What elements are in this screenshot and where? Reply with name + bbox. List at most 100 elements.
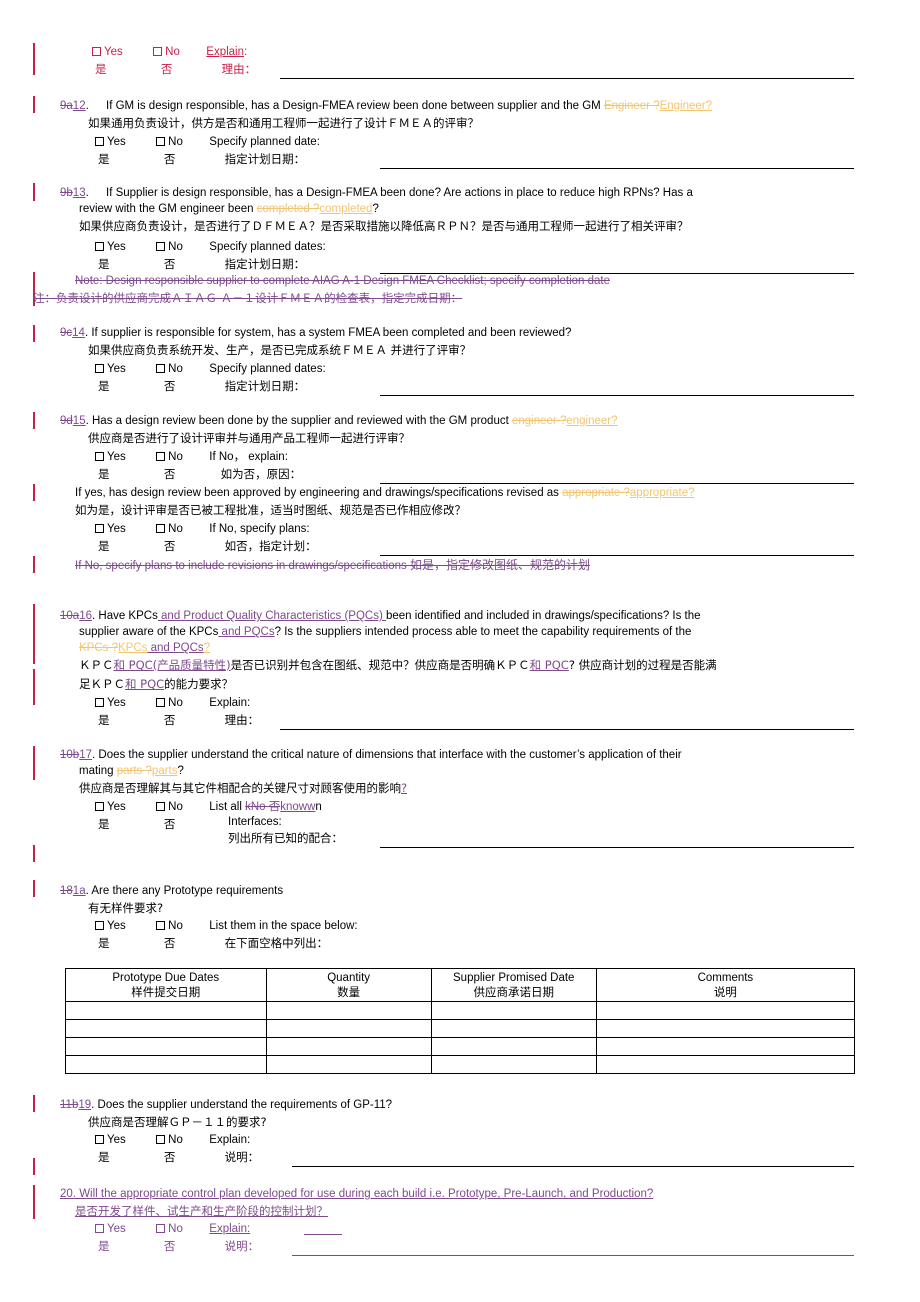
label-yes: Yes xyxy=(107,451,126,463)
label-no-zh: 否 xyxy=(163,1239,176,1253)
checkbox-no[interactable] xyxy=(156,242,166,251)
table-cell[interactable] xyxy=(265,1019,432,1038)
answer-line[interactable] xyxy=(280,78,854,79)
q18-num-inserted: 1a xyxy=(72,885,86,897)
label-no-zh: 否 xyxy=(163,257,176,271)
label-no-zh: 否 xyxy=(163,936,176,950)
checkbox-yes[interactable] xyxy=(95,137,104,146)
table-header-cell: Supplier Promised Date 供应商承诺日期 xyxy=(430,968,597,1002)
table-cell[interactable] xyxy=(65,1019,267,1038)
change-bar xyxy=(33,43,35,75)
q9c14-num-inserted: 14 xyxy=(72,327,85,339)
q20-t1: Will the appropriate control plan develo… xyxy=(76,1188,654,1200)
q10a16-t2: been identified and included in drawings… xyxy=(386,610,701,622)
question-18-1a-zh: 有无样件要求? xyxy=(88,901,918,917)
label-interfaces: Interfaces: xyxy=(228,815,282,831)
question-9d15-sub-zh: 如为是，设计评审是否已被工程批准，适当时图纸、规范是否已作相应修改？ xyxy=(75,503,915,519)
table-cell[interactable] xyxy=(430,1037,597,1056)
question-9a12-zh: 如果通用负责设计，供方是否和通用工程师一起进行了设计ＦＭＥＡ的评审？ xyxy=(88,116,918,132)
question-10a16-zh-line1: ＫＰＣ和 PQC(产品质量特性)是否已识别并包含在图纸、规范中？供应商是否明确Ｋ… xyxy=(79,658,919,674)
label-no-zh: 否 xyxy=(163,539,176,553)
checkbox-yes[interactable] xyxy=(95,698,104,707)
answer-line[interactable] xyxy=(380,555,854,556)
q9b13-tail: ? xyxy=(372,203,379,215)
answer-line[interactable] xyxy=(380,395,854,396)
answer-row-9d15-sub: Yes No If No, specify plans: xyxy=(95,522,310,536)
table-cell[interactable] xyxy=(265,1037,432,1056)
table-row xyxy=(65,1037,856,1056)
q18-zh-text: 有无样件要求? xyxy=(88,901,164,915)
answer-row-9c14-zh: 是 否 指定计划日期： xyxy=(98,379,305,393)
q20-zh-text: 是否开发了样件、试生产和生产阶段的控制计划？ xyxy=(75,1204,328,1218)
checkbox-no[interactable] xyxy=(156,1224,166,1233)
table-row xyxy=(65,1001,856,1020)
q10b17-num-deleted: 10b xyxy=(60,749,80,761)
checkbox-yes[interactable] xyxy=(95,802,104,811)
answer-row-9d15-sub-zh: 是 否 如否，指定计划： xyxy=(98,539,317,553)
checkbox-yes[interactable] xyxy=(95,1135,104,1144)
label-yes-zh: 是 xyxy=(98,152,110,166)
table-cell[interactable] xyxy=(65,1055,267,1074)
deleted-line-9d15: If No, specify plans to include revision… xyxy=(75,558,590,575)
checkbox-no[interactable] xyxy=(156,137,166,146)
checkbox-no[interactable] xyxy=(153,47,163,56)
checkbox-no[interactable] xyxy=(156,452,166,461)
q9d15-sub-zh-text: 如为是，设计评审是否已被工程批准，适当时图纸、规范是否已作相应修改？ xyxy=(75,503,466,517)
table-cell[interactable] xyxy=(65,1001,267,1020)
label-prompt-zh: 理由： xyxy=(224,713,260,727)
q9d15-deleted: engineer ? xyxy=(512,415,567,427)
table-cell[interactable] xyxy=(430,1001,597,1020)
table-cell[interactable] xyxy=(265,1055,432,1074)
q9d15-sub-text: If yes, has design review been approved … xyxy=(75,487,563,499)
question-10a16-line3: KPCs ?KPCs and PQCs? xyxy=(79,641,920,657)
answer-row-11b19: Yes No Explain: xyxy=(95,1133,250,1147)
label-prompt: Explain: xyxy=(209,1223,251,1235)
question-9b13: 9b13. If Supplier is design responsible,… xyxy=(60,186,905,202)
label-prompt-zh: 如否，指定计划： xyxy=(224,539,317,553)
label-no-zh: 否 xyxy=(163,467,176,481)
checkbox-no[interactable] xyxy=(156,698,166,707)
answer-line[interactable] xyxy=(292,1255,854,1256)
checkbox-no[interactable] xyxy=(156,364,166,373)
interfaces-zh-text: 列出所有已知的配合： xyxy=(228,831,343,845)
q20-num: 20. xyxy=(60,1188,76,1200)
table-cell[interactable] xyxy=(595,1055,856,1074)
checkbox-no[interactable] xyxy=(156,524,166,533)
question-11b19: 11b19. Does the supplier understand the … xyxy=(60,1098,915,1114)
label-prompt: Explain: xyxy=(209,697,251,709)
table-cell[interactable] xyxy=(595,1019,856,1038)
q10a16-ins4: and PQCs xyxy=(147,642,204,654)
table-row xyxy=(65,1019,856,1038)
question-9c14-zh: 如果供应商负责系统开发、生产，是否已完成系统ＦＭＥＡ 并进行了评审？ xyxy=(88,343,918,359)
table-cell[interactable] xyxy=(430,1019,597,1038)
answer-line-short[interactable] xyxy=(304,1234,342,1235)
q9d15-num-deleted: 9d xyxy=(60,415,73,427)
question-9d15-sub: If yes, has design review been approved … xyxy=(75,486,920,502)
checkbox-yes[interactable] xyxy=(95,452,104,461)
answer-line[interactable] xyxy=(380,168,854,169)
answer-line[interactable] xyxy=(280,729,854,730)
checkbox-no[interactable] xyxy=(156,921,166,930)
table-cell[interactable] xyxy=(430,1055,597,1074)
q9a12-num-deleted: 9a xyxy=(60,100,73,112)
answer-line[interactable] xyxy=(380,483,854,484)
q10a16-zh1b: 是否已识别并包含在图纸、规范中？供应商是否明确ＫＰＣ xyxy=(230,658,530,672)
q9c14-zh-text: 如果供应商负责系统开发、生产，是否已完成系统ＦＭＥＡ 并进行了评审？ xyxy=(88,343,472,357)
checkbox-yes[interactable] xyxy=(95,242,104,251)
checkbox-no[interactable] xyxy=(156,1135,166,1144)
label-no: No xyxy=(168,801,183,813)
answer-line[interactable] xyxy=(380,847,854,848)
checkbox-yes[interactable] xyxy=(95,524,104,533)
checkbox-yes[interactable] xyxy=(95,1224,104,1233)
table-cell[interactable] xyxy=(595,1037,856,1056)
table-cell[interactable] xyxy=(65,1037,267,1056)
checkbox-yes[interactable] xyxy=(92,47,101,56)
checkbox-yes[interactable] xyxy=(95,921,104,930)
label-no: No xyxy=(168,451,183,463)
table-cell[interactable] xyxy=(595,1001,856,1020)
answer-line[interactable] xyxy=(292,1166,854,1167)
checkbox-no[interactable] xyxy=(156,802,166,811)
label-yes: Yes xyxy=(107,801,126,813)
table-cell[interactable] xyxy=(265,1001,432,1020)
checkbox-yes[interactable] xyxy=(95,364,104,373)
